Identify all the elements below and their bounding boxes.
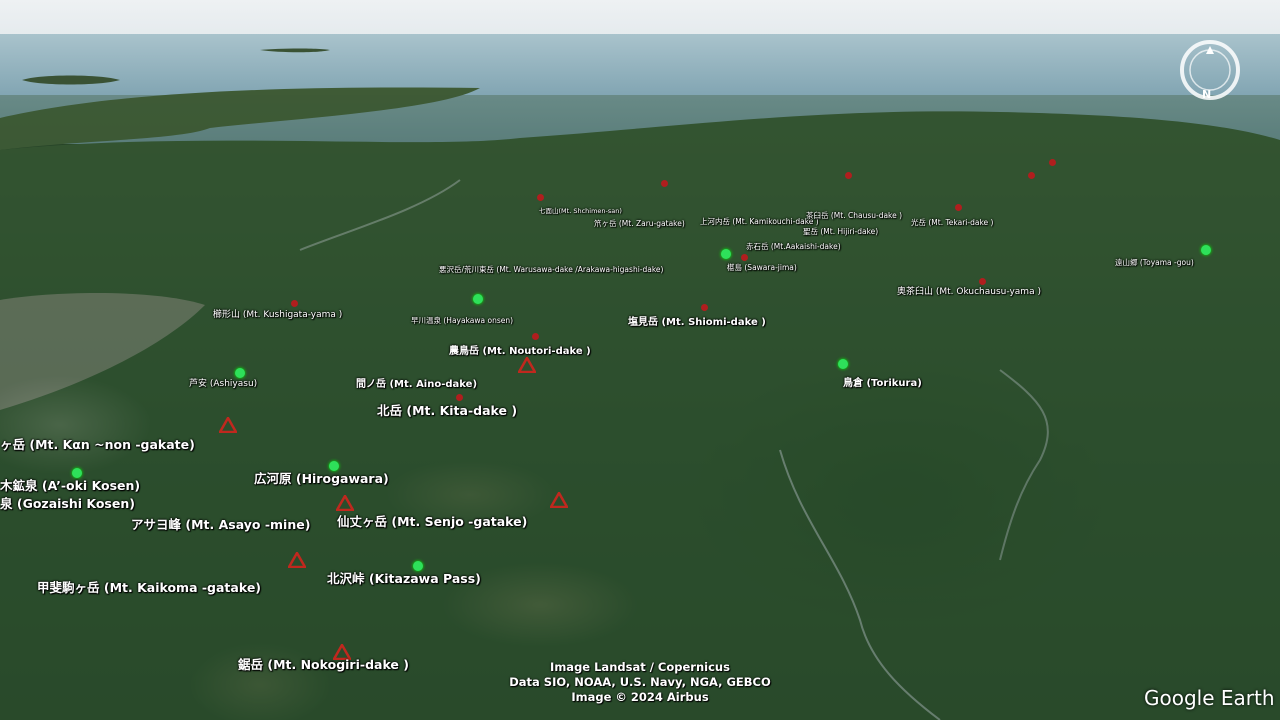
peak-dot-shichimen[interactable] — [537, 194, 544, 201]
label-hijiri: 聖岳 (Mt. Hijiri-dake) — [803, 227, 879, 236]
label-senjo: 仙丈ヶ岳 (Mt. Senjo -gatake) — [337, 514, 528, 529]
attribution-line-2: Data SIO, NOAA, U.S. Navy, NGA, GEBCO — [509, 675, 771, 689]
label-hayakawa: 早川温泉 (Hayakawa onsen) — [411, 316, 514, 325]
peak-dot-kushigata[interactable] — [291, 300, 298, 307]
label-torikura: 鳥倉 (Torikura) — [843, 378, 922, 389]
peak-dot-far-1[interactable] — [1028, 172, 1035, 179]
peak-dot-chausu[interactable] — [845, 172, 852, 179]
label-toyamagou: 遠山郷 (Toyama -gou) — [1115, 258, 1194, 267]
attribution-line-1: Image Landsat / Copernicus — [550, 660, 730, 674]
label-hirogawara: 広河原 (Hirogawara) — [254, 471, 389, 486]
label-kaikoma: 甲斐駒ヶ岳 (Mt. Kaikoma -gatake) — [37, 580, 262, 595]
peak-dot-noutori[interactable] — [532, 333, 539, 340]
peak-dot-tekari[interactable] — [955, 204, 962, 211]
peak-dot-zaru[interactable] — [661, 180, 668, 187]
label-kannon: ヶ岳 (Mt. Kαn ~non -gakate) — [0, 437, 195, 452]
label-aino: 間ノ岳 (Mt. Aino-dake) — [356, 379, 478, 390]
svg-text:N: N — [1202, 88, 1211, 101]
peak-dot-warusawa[interactable] — [741, 254, 748, 261]
imagery-attribution: Image Landsat / Copernicus Data SIO, NOA… — [500, 660, 780, 705]
label-akaishi: 赤石岳 (Mt.Aakaishi-dake) — [746, 242, 841, 251]
label-tekari: 光岳 (Mt. Tekari-dake ) — [911, 218, 994, 227]
label-kitazawa: 北沢峠 (Kitazawa Pass) — [327, 571, 481, 586]
label-aoki: 木鉱泉 (A’-oki Kosen) — [0, 478, 141, 493]
label-warusawa: 悪沢岳/荒川東岳 (Mt. Warusawa-dake /Arakawa-hig… — [439, 265, 664, 274]
peak-marker-senjo[interactable] — [550, 492, 568, 508]
terrain — [0, 95, 1280, 720]
peak-marker-asayo[interactable] — [336, 495, 354, 511]
attribution-line-3: Image © 2024 Airbus — [571, 690, 709, 704]
peak-dot-far-2[interactable] — [1049, 159, 1056, 166]
label-sawarajima: 椹島 (Sawara-jima) — [727, 263, 797, 272]
label-ashiyasu: 芦安 (Ashiyasu) — [189, 379, 258, 389]
peak-marker-aino[interactable] — [518, 357, 536, 373]
label-kushigata: 櫛形山 (Mt. Kushigata-yama ) — [213, 310, 343, 320]
place-dot-hayakawa[interactable] — [473, 294, 483, 304]
label-asayo: アサヨ峰 (Mt. Asayo -mine) — [131, 517, 311, 532]
label-gozaishi: 泉 (Gozaishi Kosen) — [0, 496, 135, 511]
peak-marker-kannon[interactable] — [219, 417, 237, 433]
label-okuchausu: 奥茶臼山 (Mt. Okuchausu-yama ) — [897, 287, 1041, 297]
label-kita: 北岳 (Mt. Kita-dake ) — [377, 403, 518, 418]
google-earth-logo: Google Earth — [1144, 686, 1275, 710]
label-shichimen: 七面山(Mt. Shchimen-san) — [539, 207, 622, 215]
peak-marker-kaikoma[interactable] — [288, 552, 306, 568]
place-dot-toyamagou[interactable] — [1201, 245, 1211, 255]
label-shiomi: 塩見岳 (Mt. Shiomi-dake ) — [628, 317, 766, 328]
label-noutori: 農鳥岳 (Mt. Noutori-dake ) — [449, 346, 591, 357]
place-dot-sawarajima[interactable] — [721, 249, 731, 259]
label-kamikouchi: 上河内岳 (Mt. Kamikouchi-dake ) — [700, 217, 819, 226]
label-chausu: 茶臼岳 (Mt. Chausu-dake ) — [806, 211, 903, 220]
compass-icon[interactable]: N — [1178, 38, 1242, 102]
place-dot-torikura[interactable] — [838, 359, 848, 369]
label-nokogiri: 鋸岳 (Mt. Nokogiri-dake ) — [238, 657, 409, 672]
map-view[interactable]: N ヶ岳 (Mt. Kαn ~non -gakate) 木鉱泉 (A’-oki … — [0, 0, 1280, 720]
label-zaru: 笊ヶ岳 (Mt. Zaru-gatake) — [594, 219, 685, 228]
peak-dot-shiomi[interactable] — [701, 304, 708, 311]
